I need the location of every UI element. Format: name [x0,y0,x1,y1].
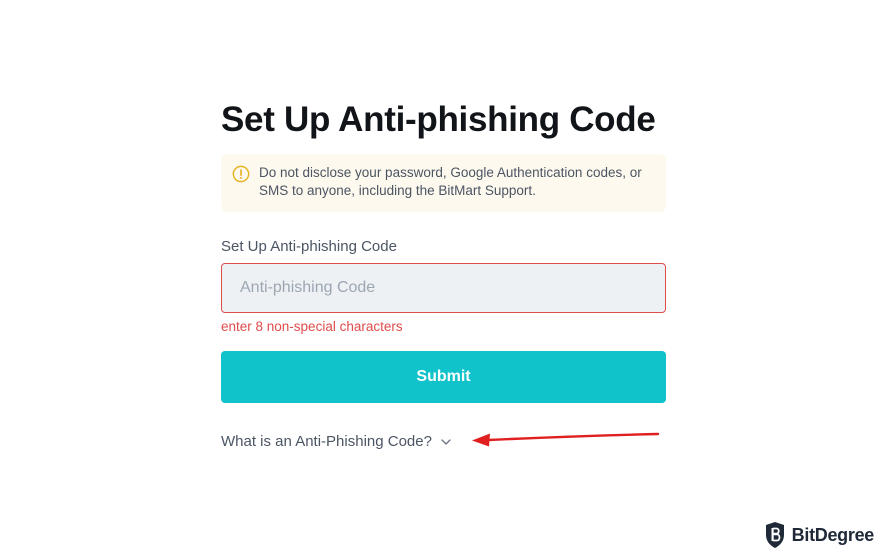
bitdegree-watermark: BitDegree [764,521,874,549]
anti-phishing-form: Set Up Anti-phishing Code Do not disclos… [221,96,666,451]
chevron-down-icon [441,439,451,445]
anti-phishing-code-field-wrapper [221,263,666,313]
anti-phishing-faq-toggle[interactable]: What is an Anti-Phishing Code? [221,433,452,451]
anti-phishing-code-label: Set Up Anti-phishing Code [221,238,397,255]
field-error-message: enter 8 non-special characters [221,319,403,334]
faq-toggle-label: What is an Anti-Phishing Code? [221,433,432,450]
notice-text: Do not disclose your password, Google Au… [259,165,642,198]
red-annotation-arrow-icon [472,432,660,447]
security-notice: Do not disclose your password, Google Au… [221,154,666,212]
bitdegree-logo-icon [765,522,784,548]
submit-button[interactable]: Submit [221,351,666,403]
watermark-text: BitDegree [791,524,875,545]
page: Set Up Anti-phishing Code Do not disclos… [0,0,880,555]
page-title: Set Up Anti-phishing Code [221,100,656,139]
anti-phishing-code-input[interactable] [222,264,665,312]
warning-circle-icon [232,165,250,183]
